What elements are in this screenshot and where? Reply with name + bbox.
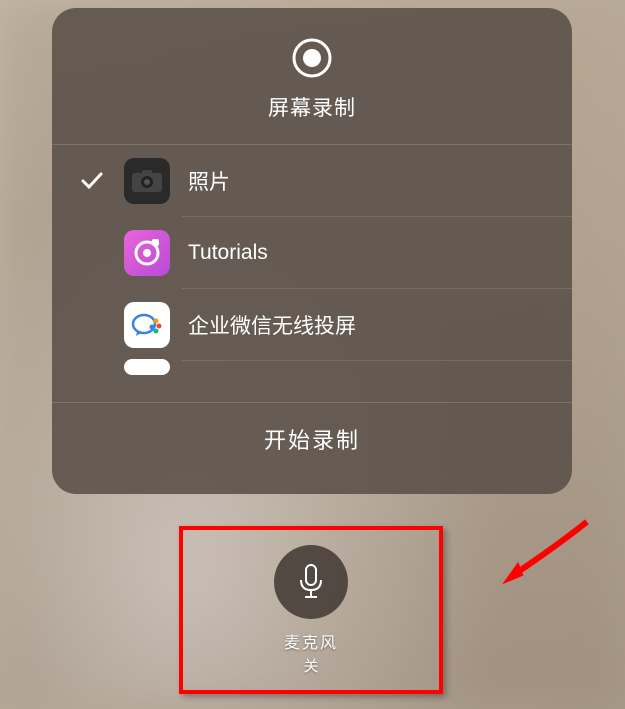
- partial-app-icon: [124, 359, 170, 375]
- app-item-partial[interactable]: [52, 361, 572, 403]
- record-icon: [290, 36, 334, 80]
- screen-recording-panel: 屏幕录制 照片: [52, 8, 572, 494]
- panel-title: 屏幕录制: [52, 92, 572, 122]
- app-item-photos[interactable]: 照片: [52, 145, 572, 217]
- app-item-tutorials[interactable]: Tutorials: [52, 217, 572, 289]
- microphone-icon: [296, 562, 326, 602]
- microphone-label: 麦克风: [284, 629, 338, 653]
- panel-header: 屏幕录制: [52, 8, 572, 145]
- start-recording-button[interactable]: 开始录制: [52, 403, 572, 475]
- microphone-highlight-box: 麦克风 关: [179, 526, 443, 694]
- app-list[interactable]: 照片 Tutorials: [52, 145, 572, 403]
- microphone-toggle-button[interactable]: [274, 545, 348, 619]
- tutorials-app-icon: [124, 230, 170, 276]
- app-name-label: 照片: [188, 166, 230, 196]
- app-name-label: Tutorials: [188, 241, 268, 265]
- annotation-arrow-icon: [477, 511, 604, 606]
- checkmark-icon: [72, 172, 112, 190]
- microphone-status: 关: [303, 655, 318, 676]
- photos-app-icon: [124, 158, 170, 204]
- wecom-app-icon: [124, 302, 170, 348]
- app-item-wecom[interactable]: 企业微信无线投屏: [52, 289, 572, 361]
- app-name-label: 企业微信无线投屏: [188, 310, 356, 340]
